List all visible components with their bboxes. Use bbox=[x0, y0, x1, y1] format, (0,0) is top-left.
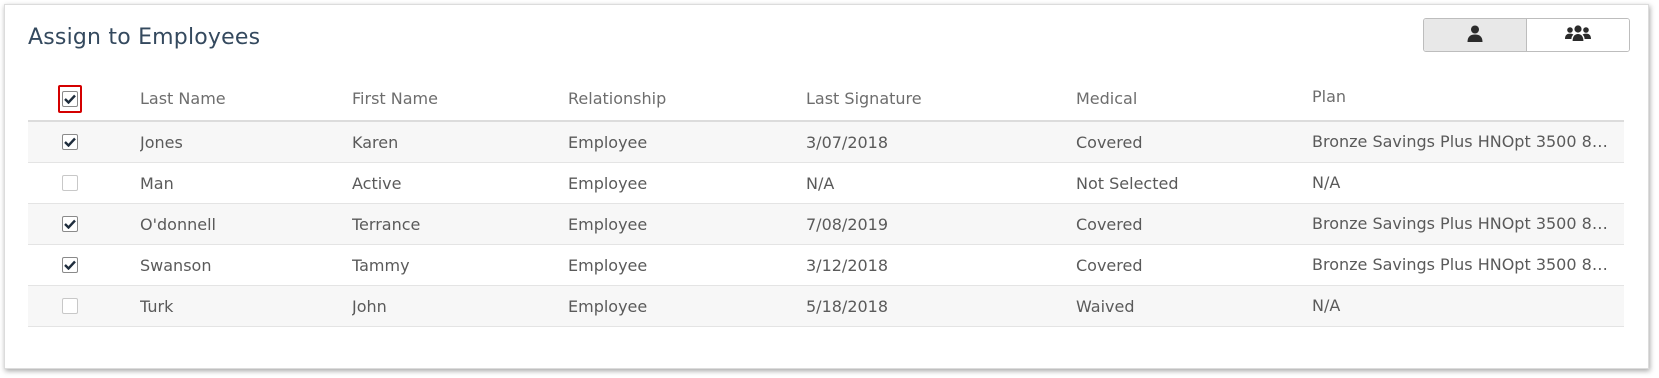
cell-relationship: Employee bbox=[568, 296, 648, 316]
row-checkbox[interactable] bbox=[62, 175, 78, 191]
assign-employees-panel: Assign to Employees Last Name First Name… bbox=[4, 4, 1649, 369]
cell-last-signature: 7/08/2019 bbox=[806, 214, 889, 234]
cell-plan: Bronze Savings Plus HNOpt 3500 80/50... bbox=[1312, 132, 1612, 151]
cell-first-name: Tammy bbox=[352, 255, 410, 275]
row-checkbox[interactable] bbox=[62, 257, 78, 273]
select-all-highlight bbox=[58, 84, 82, 113]
group-icon bbox=[1565, 24, 1591, 46]
cell-last-signature: 5/18/2018 bbox=[806, 296, 889, 316]
person-icon bbox=[1467, 25, 1483, 46]
row-checkbox[interactable] bbox=[62, 134, 78, 150]
cell-last-name: Jones bbox=[140, 132, 183, 152]
column-header-relationship[interactable]: Relationship bbox=[568, 77, 788, 120]
cell-last-name: Man bbox=[140, 173, 174, 193]
cell-medical: Covered bbox=[1076, 132, 1143, 152]
cell-relationship: Employee bbox=[568, 173, 648, 193]
cell-first-name: Terrance bbox=[352, 214, 421, 234]
table-row[interactable]: Jones Karen Employee 3/07/2018 Covered B… bbox=[28, 122, 1624, 163]
table-row[interactable]: Turk John Employee 5/18/2018 Waived N/A bbox=[28, 286, 1624, 327]
column-header-last-name[interactable]: Last Name bbox=[140, 77, 340, 120]
employees-table: Last Name First Name Relationship Last S… bbox=[28, 77, 1624, 327]
cell-last-name: O'donnell bbox=[140, 214, 216, 234]
cell-first-name: John bbox=[352, 296, 387, 316]
cell-plan: Bronze Savings Plus HNOpt 3500 80/50... bbox=[1312, 214, 1612, 233]
checkmark-icon bbox=[64, 260, 76, 270]
cell-first-name: Karen bbox=[352, 132, 399, 152]
table-row[interactable]: Swanson Tammy Employee 3/12/2018 Covered… bbox=[28, 245, 1624, 286]
cell-plan: N/A bbox=[1312, 173, 1341, 192]
checkmark-icon bbox=[64, 219, 76, 229]
row-checkbox[interactable] bbox=[62, 298, 78, 314]
select-all-checkbox[interactable] bbox=[62, 90, 78, 107]
column-header-first-name[interactable]: First Name bbox=[352, 77, 552, 120]
table-row[interactable]: O'donnell Terrance Employee 7/08/2019 Co… bbox=[28, 204, 1624, 245]
cell-last-name: Turk bbox=[140, 296, 174, 316]
column-header-plan[interactable]: Plan bbox=[1312, 77, 1612, 120]
cell-plan: N/A bbox=[1312, 296, 1341, 315]
cell-plan: Bronze Savings Plus HNOpt 3500 80/50... bbox=[1312, 255, 1612, 274]
table-row[interactable]: Man Active Employee N/A Not Selected N/A bbox=[28, 163, 1624, 204]
cell-relationship: Employee bbox=[568, 255, 648, 275]
cell-medical: Covered bbox=[1076, 214, 1143, 234]
cell-last-signature: 3/07/2018 bbox=[806, 132, 889, 152]
cell-last-signature: N/A bbox=[806, 173, 835, 193]
cell-last-signature: 3/12/2018 bbox=[806, 255, 889, 275]
group-view-button[interactable] bbox=[1526, 19, 1629, 51]
row-checkbox[interactable] bbox=[62, 216, 78, 232]
panel-title: Assign to Employees bbox=[28, 25, 261, 50]
cell-first-name: Active bbox=[352, 173, 402, 193]
cell-relationship: Employee bbox=[568, 214, 648, 234]
cell-last-name: Swanson bbox=[140, 255, 212, 275]
cell-relationship: Employee bbox=[568, 132, 648, 152]
table-header-row: Last Name First Name Relationship Last S… bbox=[28, 77, 1624, 122]
column-header-medical[interactable]: Medical bbox=[1076, 77, 1296, 120]
single-view-button[interactable] bbox=[1424, 19, 1526, 51]
checkmark-icon bbox=[64, 137, 76, 147]
column-header-last-signature[interactable]: Last Signature bbox=[806, 77, 1066, 120]
cell-medical: Not Selected bbox=[1076, 173, 1179, 193]
checkmark-icon bbox=[64, 94, 76, 104]
cell-medical: Covered bbox=[1076, 255, 1143, 275]
cell-medical: Waived bbox=[1076, 296, 1135, 316]
view-toggle bbox=[1423, 18, 1630, 52]
